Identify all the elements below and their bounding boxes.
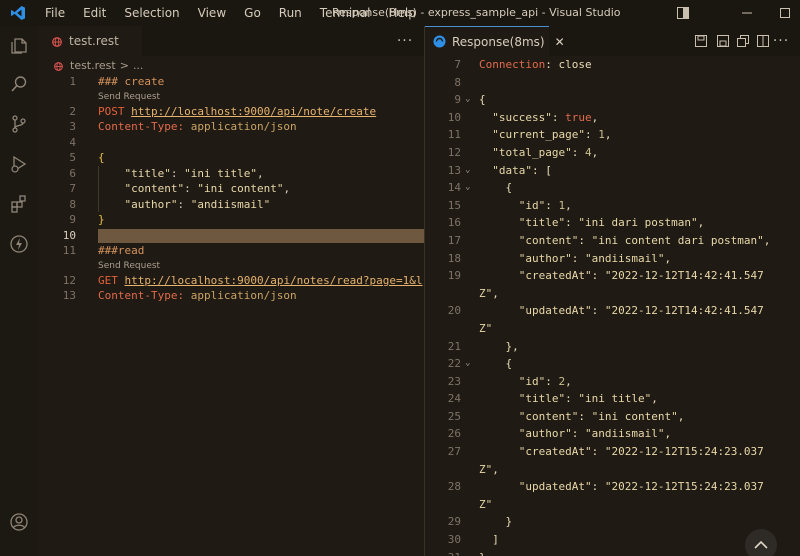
menu-go[interactable]: Go (235, 0, 270, 26)
layout-icon[interactable] (660, 0, 706, 26)
response-line: 24 "title": "ini title", (447, 392, 658, 406)
search-icon[interactable] (7, 72, 31, 96)
request-url-link[interactable]: http://localhost:9000/api/note/create (131, 105, 376, 118)
response-line: Z" (479, 497, 493, 511)
thunder-icon[interactable] (7, 232, 31, 256)
response-line: 19 "createdAt": "2022-12-12T14:42:41.547 (447, 269, 764, 283)
more-actions-icon[interactable]: ··· (393, 29, 417, 53)
window-title: Response(8ms) - express_sample_api - Vis… (332, 6, 622, 19)
response-line: 18 "author": "andiismail", (447, 251, 672, 265)
breadcrumb-separator: > (119, 58, 129, 72)
response-body[interactable]: 7 Connection: close 8 9 ⌄{ 10 "success": t… (425, 56, 800, 556)
menu-view[interactable]: View (189, 0, 235, 26)
title-bar: File Edit Selection View Go Run Terminal… (0, 0, 800, 26)
response-line: 8 (454, 75, 461, 89)
response-line: 27 "createdAt": "2022-12-12T15:24:23.037 (447, 445, 764, 459)
response-line: Z" (479, 321, 493, 335)
extensions-icon[interactable] (7, 192, 31, 216)
close-icon[interactable]: ✕ (555, 35, 565, 49)
response-line: 13 ⌄ "data": [ (425, 162, 800, 180)
response-line: 22 ⌄ { (425, 355, 800, 373)
send-request-link[interactable]: Send Request (38, 259, 424, 273)
response-line: Z", (479, 462, 499, 476)
response-line: 30 ] (447, 533, 499, 547)
code-line: 11 ###read (62, 244, 145, 257)
preview-icon (433, 35, 446, 48)
code-line: 13 Content-Type: application/json (62, 289, 297, 302)
account-icon[interactable] (7, 510, 31, 534)
response-line: Z", (479, 286, 499, 300)
vscode-logo-icon (0, 0, 36, 26)
copy-icon[interactable] (735, 33, 751, 49)
chevron-up-icon (754, 540, 768, 549)
more-actions-icon[interactable]: ··· (769, 29, 793, 53)
send-request-link[interactable]: Send Request (38, 90, 424, 104)
globe-icon (54, 61, 63, 71)
fold-chevron-icon[interactable]: ⌄ (465, 91, 470, 109)
editor-tab-bar: test.rest ··· (38, 26, 424, 56)
fold-chevron-icon[interactable]: ⌄ (465, 355, 470, 373)
save-response-icon[interactable] (693, 33, 709, 49)
request-url-link[interactable]: http://localhost:9000/api/notes/read?pag… (125, 274, 423, 287)
breadcrumb-more[interactable]: ... (133, 59, 144, 72)
response-line: 15 "id": 1, (447, 198, 572, 212)
code-line: 7 "content": "ini content", (69, 181, 291, 197)
menu-edit[interactable]: Edit (74, 0, 115, 26)
code-line: 8 "author": "andiismail" (69, 196, 271, 212)
code-editor[interactable]: 1 ### create Send Request 2 POST http://lo… (38, 74, 424, 304)
response-line: 25 "content": "ini content", (447, 409, 685, 423)
response-line: 29 } (447, 515, 513, 529)
response-pane: Response(8ms) ✕ ··· 7 Connection: close 8… (425, 26, 800, 556)
code-line: 4 (69, 135, 76, 149)
response-line: 10 "success": true, (447, 110, 599, 124)
response-line: 11 "current_page": 1, (447, 128, 612, 142)
code-line: 9} (69, 213, 105, 226)
response-line: 20 "updatedAt": "2022-12-12T14:42:41.547 (447, 304, 764, 318)
response-line: 12 "total_page": 4, (447, 145, 599, 159)
globe-icon (52, 36, 62, 47)
menu-run[interactable]: Run (270, 0, 311, 26)
response-line: 31} (425, 549, 800, 556)
response-line: 14 ⌄ { (425, 179, 800, 197)
activity-bar (0, 26, 38, 556)
response-line: 17 "content": "ini content dari postman"… (447, 233, 771, 247)
line-highlight (98, 228, 424, 243)
response-line: 7 Connection: close (454, 58, 592, 71)
menu-file[interactable]: File (36, 0, 74, 26)
maximize-button[interactable] (762, 0, 800, 26)
menu-selection[interactable]: Selection (115, 0, 188, 26)
fold-chevron-icon[interactable]: ⌄ (465, 179, 470, 197)
code-line: 1 ### create (69, 75, 165, 88)
tab-label: test.rest (69, 34, 119, 48)
source-control-icon[interactable] (7, 112, 31, 136)
response-line: 16 "title": "ini dari postman", (447, 216, 705, 230)
response-line: 23 "id": 2, (447, 374, 572, 388)
explorer-icon[interactable] (7, 34, 31, 58)
code-line-current: 10 (38, 228, 424, 244)
tab-label: Response(8ms) (452, 34, 545, 49)
scroll-to-top-button[interactable] (745, 529, 777, 556)
breadcrumb: test.rest > ... (38, 56, 424, 74)
editor-pane: test.rest ··· test.rest > ... 1 ### creat… (38, 26, 424, 556)
response-line: 21 }, (447, 339, 519, 353)
run-debug-icon[interactable] (7, 152, 31, 176)
code-line: 2 POST http://localhost:9000/api/note/cre… (69, 104, 377, 118)
response-line: 9 ⌄{ (425, 91, 800, 109)
code-line: 3 Content-Type: application/json (69, 120, 297, 133)
code-line: 6 "title": "ini title", (69, 165, 264, 181)
tab-response[interactable]: Response(8ms) ✕ (425, 26, 565, 56)
breadcrumb-file[interactable]: test.rest (70, 59, 116, 72)
fold-chevron-icon[interactable]: ⌄ (465, 162, 470, 180)
code-line: 12 GET http://localhost:9000/api/notes/re… (62, 273, 423, 287)
response-line: 26 "author": "andiismail", (447, 427, 672, 441)
tab-test-rest[interactable]: test.rest (38, 26, 142, 56)
save-body-icon[interactable] (715, 33, 731, 49)
response-line: 28 "updatedAt": "2022-12-12T15:24:23.037 (447, 480, 764, 494)
code-line: 5{ (69, 151, 105, 164)
